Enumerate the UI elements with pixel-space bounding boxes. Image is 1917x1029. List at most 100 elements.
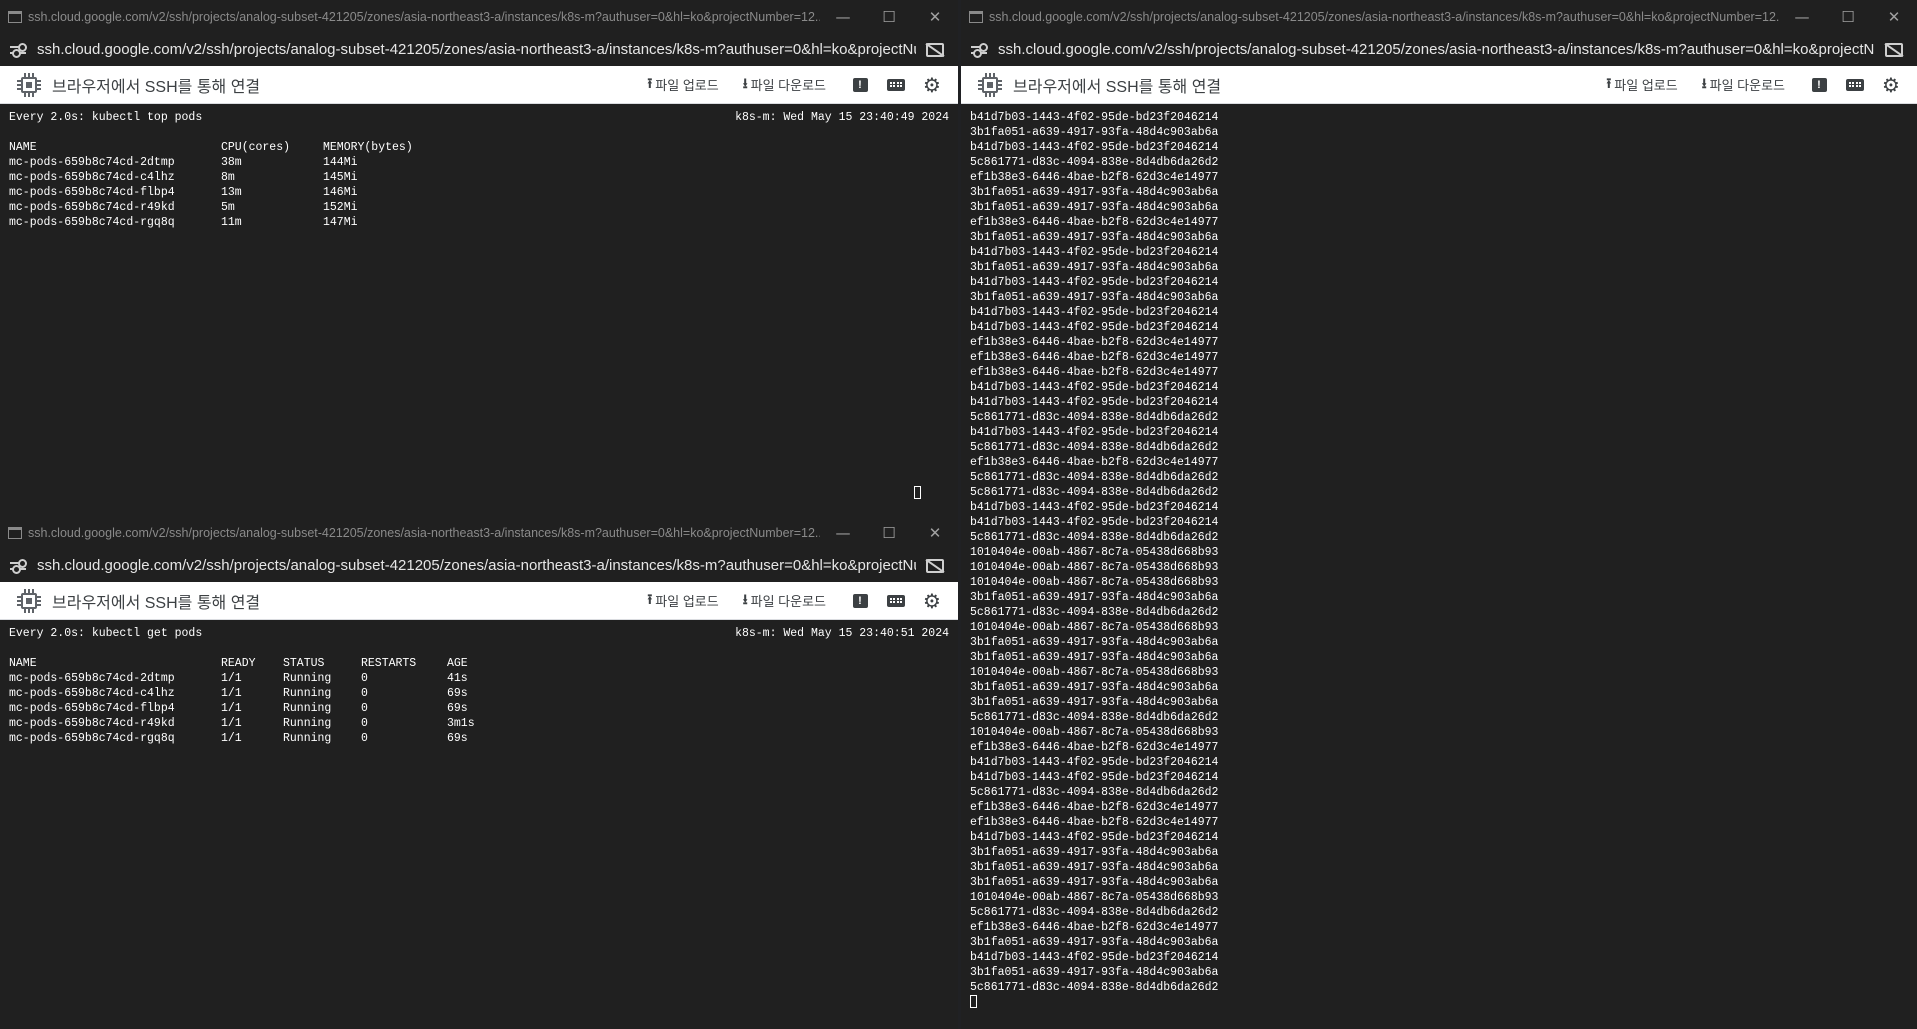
window-titlebar[interactable]: ssh.cloud.google.com/v2/ssh/projects/ana…: [0, 516, 958, 549]
site-settings-icon[interactable]: [10, 42, 28, 58]
output-line: 1010404e-00ab-4867-8c7a-05438d668b93: [970, 576, 1219, 589]
output-line: b41d7b03-1443-4f02-95de-bd23f2046214: [970, 951, 1219, 964]
settings-button[interactable]: ⚙: [922, 591, 942, 611]
feedback-icon: !: [852, 77, 868, 92]
minimize-button[interactable]: —: [1779, 8, 1825, 26]
feedback-button[interactable]: !: [850, 591, 870, 611]
settings-button[interactable]: ⚙: [922, 75, 942, 95]
maximize-button[interactable]: ☐: [1825, 8, 1871, 26]
upload-icon: ⭱: [647, 591, 653, 608]
minimize-button[interactable]: —: [820, 524, 866, 542]
upload-file-button[interactable]: ⭱ 파일 업로드: [1606, 73, 1677, 97]
site-settings-icon[interactable]: [10, 558, 28, 574]
cell: READY: [221, 657, 256, 670]
terminal-window-icon: [969, 10, 983, 23]
terminal-window-icon: [8, 10, 22, 23]
output-line: 5c861771-d83c-4094-838e-8d4db6da26d2: [970, 711, 1219, 724]
host-timestamp: k8s-m: Wed May 15 23:40:51 2024: [735, 627, 949, 640]
cell: mc-pods-659b8c74cd-rgq8q: [9, 732, 175, 745]
cell: 69s: [447, 732, 468, 745]
maximize-button[interactable]: ☐: [866, 524, 912, 542]
output-line: b41d7b03-1443-4f02-95de-bd23f2046214: [970, 501, 1219, 514]
download-label: 파일 다운로드: [750, 594, 826, 609]
url-text[interactable]: ssh.cloud.google.com/v2/ssh/projects/ana…: [37, 41, 916, 58]
download-file-button[interactable]: ⭳ 파일 다운로드: [1702, 73, 1785, 97]
table-header-row: NAME READY STATUS RESTARTS AGE: [9, 656, 949, 671]
url-text[interactable]: ssh.cloud.google.com/v2/ssh/projects/ana…: [37, 557, 916, 574]
download-file-button[interactable]: ⭳ 파일 다운로드: [743, 73, 826, 97]
window-title: ssh.cloud.google.com/v2/ssh/projects/ana…: [989, 9, 1779, 24]
cell: 3m1s: [447, 717, 475, 730]
cell: mc-pods-659b8c74cd-rgq8q: [9, 216, 175, 229]
keyboard-button[interactable]: [886, 591, 906, 611]
window-titlebar[interactable]: ssh.cloud.google.com/v2/ssh/projects/ana…: [0, 0, 958, 33]
output-line: 3b1fa051-a639-4917-93fa-48d4c903ab6a: [970, 636, 1219, 649]
output-line: ef1b38e3-6446-4bae-b2f8-62d3c4e14977: [970, 171, 1219, 184]
output-line: 3b1fa051-a639-4917-93fa-48d4c903ab6a: [970, 966, 1219, 979]
address-bar[interactable]: ssh.cloud.google.com/v2/ssh/projects/ana…: [0, 549, 958, 582]
upload-icon: ⭱: [647, 75, 653, 92]
output-line: 3b1fa051-a639-4917-93fa-48d4c903ab6a: [970, 861, 1219, 874]
window-titlebar[interactable]: ssh.cloud.google.com/v2/ssh/projects/ana…: [961, 0, 1917, 33]
keyboard-button[interactable]: [1845, 75, 1865, 95]
output-line: b41d7b03-1443-4f02-95de-bd23f2046214: [970, 771, 1219, 784]
minimize-button[interactable]: —: [820, 8, 866, 26]
terminal-cursor: [970, 995, 977, 1009]
keyboard-button[interactable]: [886, 75, 906, 95]
close-button[interactable]: ✕: [912, 524, 958, 542]
output-line: 5c861771-d83c-4094-838e-8d4db6da26d2: [970, 156, 1219, 169]
cell: 1/1: [221, 717, 242, 730]
download-file-button[interactable]: ⭳ 파일 다운로드: [743, 589, 826, 613]
cell: 8m: [221, 171, 235, 184]
site-settings-icon[interactable]: [971, 42, 989, 58]
output-line: 3b1fa051-a639-4917-93fa-48d4c903ab6a: [970, 261, 1219, 274]
cell: mc-pods-659b8c74cd-flbp4: [9, 702, 175, 715]
maximize-button[interactable]: ☐: [866, 8, 912, 26]
close-button[interactable]: ✕: [1871, 8, 1917, 26]
output-line: ef1b38e3-6446-4bae-b2f8-62d3c4e14977: [970, 816, 1219, 829]
close-button[interactable]: ✕: [912, 8, 958, 26]
uuid-output-lines: b41d7b03-1443-4f02-95de-bd23f2046214 3b1f…: [970, 110, 1908, 995]
feedback-button[interactable]: !: [850, 75, 870, 95]
upload-label: 파일 업로드: [655, 594, 719, 609]
images-blocked-icon[interactable]: [926, 558, 944, 573]
table-row: mc-pods-659b8c74cd-2dtmp 38m 144Mi: [9, 155, 949, 170]
table-row: mc-pods-659b8c74cd-c4lhz 1/1 Running 0 69s: [9, 686, 949, 701]
output-line: 3b1fa051-a639-4917-93fa-48d4c903ab6a: [970, 936, 1219, 949]
cell: Running: [283, 702, 332, 715]
address-bar[interactable]: ssh.cloud.google.com/v2/ssh/projects/ana…: [0, 33, 958, 66]
table-row: mc-pods-659b8c74cd-2dtmp 1/1 Running 0 41s: [9, 671, 949, 686]
terminal-output[interactable]: Every 2.0s: kubectl get pods k8s-m: Wed …: [0, 620, 958, 1029]
output-line: ef1b38e3-6446-4bae-b2f8-62d3c4e14977: [970, 741, 1219, 754]
output-line: 1010404e-00ab-4867-8c7a-05438d668b93: [970, 891, 1219, 904]
top-pods-table: NAME CPU(cores) MEMORY(bytes) mc-pods-659b8…: [9, 140, 949, 230]
url-text[interactable]: ssh.cloud.google.com/v2/ssh/projects/ana…: [998, 41, 1875, 58]
address-bar[interactable]: ssh.cloud.google.com/v2/ssh/projects/ana…: [961, 33, 1917, 66]
cell: 41s: [447, 672, 468, 685]
app-title: 브라우저에서 SSH를 통해 연결: [52, 78, 261, 96]
cell: 0: [361, 717, 368, 730]
cell: mc-pods-659b8c74cd-r49kd: [9, 201, 175, 214]
cell: 0: [361, 672, 368, 685]
output-line: 3b1fa051-a639-4917-93fa-48d4c903ab6a: [970, 291, 1219, 304]
upload-file-button[interactable]: ⭱ 파일 업로드: [647, 73, 718, 97]
cell: MEMORY(bytes): [323, 141, 413, 154]
output-line: b41d7b03-1443-4f02-95de-bd23f2046214: [970, 111, 1219, 124]
images-blocked-icon[interactable]: [1885, 42, 1903, 57]
cell: 69s: [447, 702, 468, 715]
upload-file-button[interactable]: ⭱ 파일 업로드: [647, 589, 718, 613]
terminal-output[interactable]: b41d7b03-1443-4f02-95de-bd23f2046214 3b1f…: [961, 104, 1917, 1029]
ssh-window-top-pods: ssh.cloud.google.com/v2/ssh/projects/ana…: [0, 0, 958, 516]
output-line: ef1b38e3-6446-4bae-b2f8-62d3c4e14977: [970, 456, 1219, 469]
window-title: ssh.cloud.google.com/v2/ssh/projects/ana…: [28, 525, 820, 540]
output-line: 1010404e-00ab-4867-8c7a-05438d668b93: [970, 666, 1219, 679]
feedback-button[interactable]: !: [1809, 75, 1829, 95]
upload-icon: ⭱: [1606, 75, 1612, 92]
keyboard-icon: [1846, 78, 1864, 91]
output-line: 3b1fa051-a639-4917-93fa-48d4c903ab6a: [970, 876, 1219, 889]
settings-button[interactable]: ⚙: [1881, 75, 1901, 95]
output-line: 5c861771-d83c-4094-838e-8d4db6da26d2: [970, 471, 1219, 484]
images-blocked-icon[interactable]: [926, 42, 944, 57]
table-row: mc-pods-659b8c74cd-c4lhz 8m 145Mi: [9, 170, 949, 185]
terminal-output[interactable]: Every 2.0s: kubectl top pods k8s-m: Wed …: [0, 104, 958, 516]
